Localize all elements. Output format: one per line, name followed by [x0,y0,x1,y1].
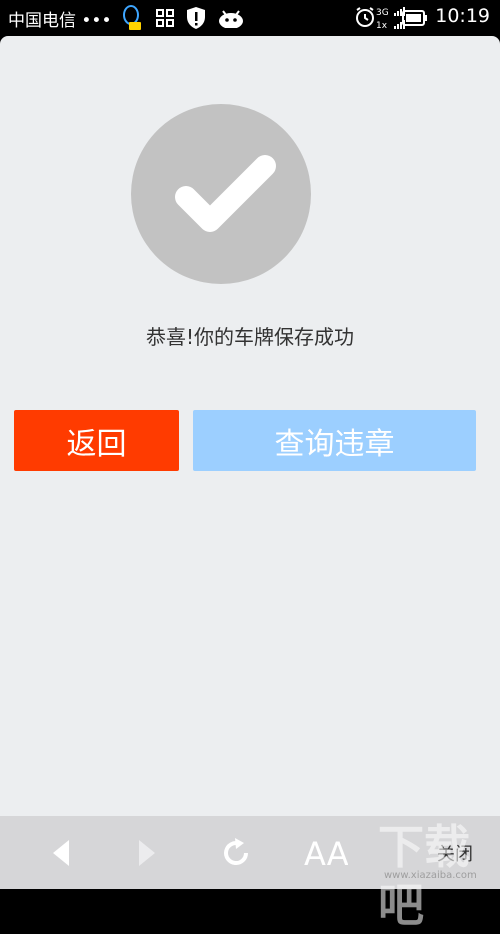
network-secondary-label: 1x [376,21,388,31]
carrier-label: 中国电信 ••• [8,11,112,31]
network-type-label: 3G [376,8,389,18]
battery-icon [402,10,428,30]
shield-icon [186,6,206,34]
success-message: 恭喜!你的车牌保存成功 [145,325,355,349]
arrow-right-icon [139,839,155,866]
android-icon [218,8,244,32]
app-grid-icon [156,9,174,31]
watermark-url: www.xiazaiba.com [384,870,477,881]
font-size-button[interactable]: AA [295,816,357,889]
check-circle-icon [131,104,311,284]
nav-back-button[interactable] [30,816,90,889]
alarm-icon [354,6,376,32]
result-page: 恭喜!你的车牌保存成功 返回 查询违章 [0,36,500,816]
svg-text:AA: AA [304,837,348,869]
back-button[interactable]: 返回 [14,410,179,471]
nav-forward-button[interactable] [118,816,178,889]
query-violations-button[interactable]: 查询违章 [193,410,476,471]
refresh-button[interactable] [206,816,266,889]
font-size-icon: AA [304,837,348,869]
arrow-left-icon [53,839,69,866]
clock-time: 10:19 [435,5,490,27]
status-bar: 中国电信 ••• 3G 1x 10:19 [0,0,500,36]
refresh-icon [224,837,249,865]
qq-icon [120,5,142,35]
